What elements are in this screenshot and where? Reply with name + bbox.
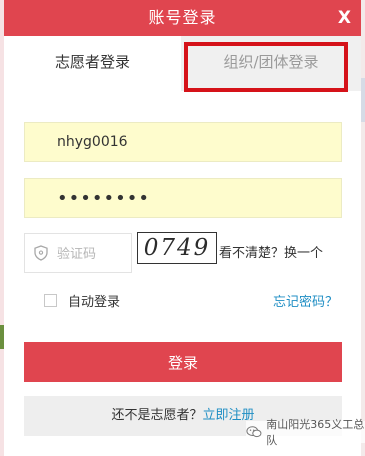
username-input[interactable] bbox=[25, 123, 341, 161]
watermark: 南山阳光365义工总队 bbox=[246, 418, 365, 447]
login-dialog: 账号登录 X 志愿者登录 组织/团体登录 0749 看不清楚？换一个 自动登录 … bbox=[4, 0, 361, 456]
tab-volunteer-login[interactable]: 志愿者登录 bbox=[4, 36, 181, 91]
wechat-logo-icon bbox=[246, 426, 262, 438]
password-field-wrapper bbox=[24, 178, 342, 218]
captcha-input[interactable] bbox=[55, 234, 135, 274]
tab-organization-login[interactable]: 组织/团体登录 bbox=[181, 36, 361, 91]
register-prompt: 还不是志愿者？ bbox=[111, 408, 203, 423]
background-page-fragment bbox=[361, 78, 365, 122]
auto-login-label[interactable]: 自动登录 bbox=[68, 291, 120, 310]
forgot-password-link[interactable]: 忘记密码？ bbox=[273, 291, 338, 310]
captcha-refresh-link[interactable]: 看不清楚？换一个 bbox=[219, 242, 323, 261]
dialog-title: 账号登录 bbox=[148, 8, 217, 27]
auto-login-option: 自动登录 bbox=[44, 291, 120, 310]
dialog-titlebar: 账号登录 X bbox=[4, 0, 361, 36]
auto-login-checkbox[interactable] bbox=[44, 293, 57, 307]
watermark-text: 南山阳光365义工总队 bbox=[266, 418, 365, 447]
shield-icon bbox=[34, 245, 48, 261]
close-icon[interactable]: X bbox=[338, 0, 351, 36]
password-input[interactable] bbox=[25, 179, 341, 217]
login-button[interactable]: 登录 bbox=[24, 342, 342, 382]
captcha-field-wrapper bbox=[24, 233, 135, 274]
background-page-edge-right bbox=[361, 0, 365, 456]
username-field-wrapper bbox=[24, 122, 342, 162]
captcha-image[interactable]: 0749 bbox=[137, 232, 217, 264]
